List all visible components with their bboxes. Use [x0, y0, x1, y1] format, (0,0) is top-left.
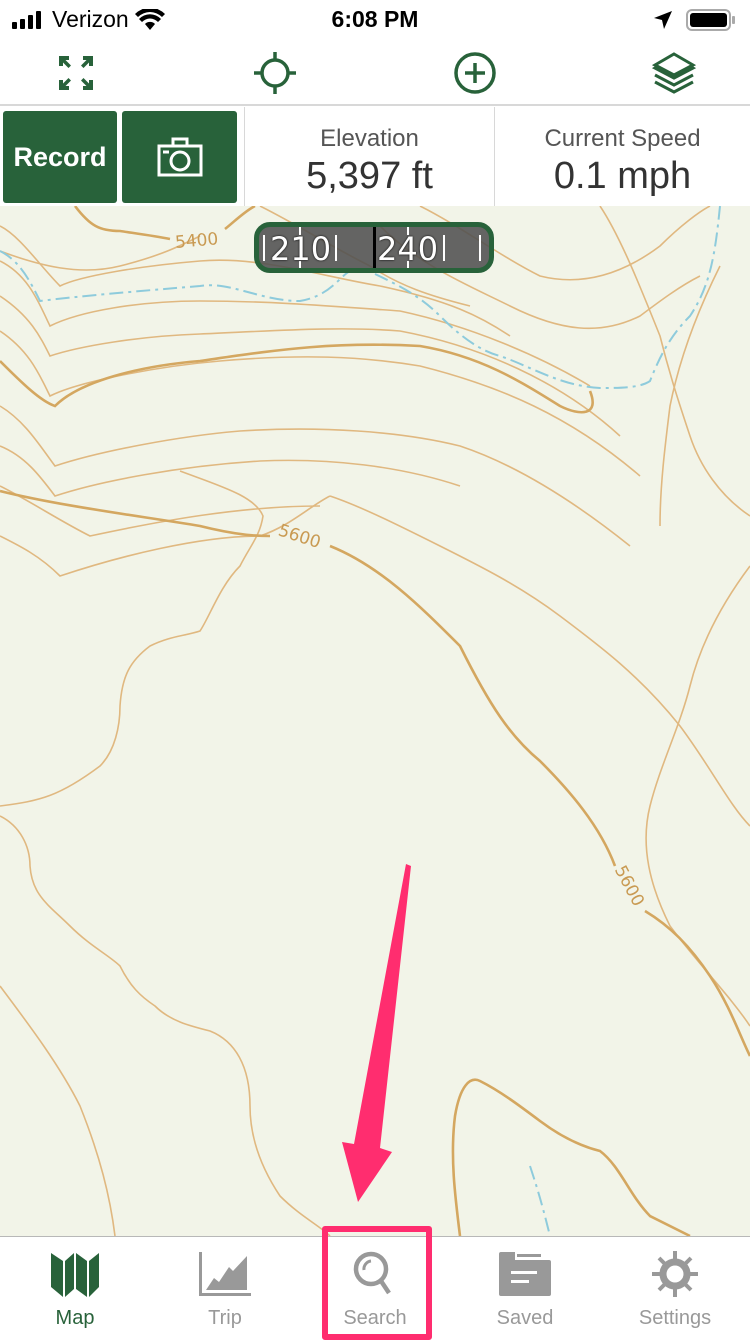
- status-time: 6:08 PM: [331, 6, 419, 32]
- record-label: Record: [13, 141, 107, 172]
- layers-icon: [651, 52, 697, 94]
- contour-line: [0, 445, 461, 497]
- compass-tick: [479, 235, 481, 261]
- tab-label: Settings: [638, 1307, 712, 1329]
- layers-button[interactable]: [649, 48, 699, 98]
- index-contour-line: [644, 909, 750, 1057]
- elevation-label: Elevation: [320, 125, 419, 152]
- tab-label: Search: [343, 1307, 407, 1329]
- speed-label: Current Speed: [544, 125, 701, 152]
- tab-search[interactable]: Search: [300, 1237, 450, 1342]
- topo-map[interactable]: 5400 5600 5600: [0, 206, 750, 1236]
- index-contour-line: [451, 1078, 691, 1236]
- tab-label: Saved: [496, 1307, 554, 1329]
- compass-tick: [335, 235, 337, 261]
- expand-button[interactable]: [51, 48, 101, 98]
- tab-settings[interactable]: Settings: [600, 1237, 750, 1342]
- plus-circle-icon: [454, 52, 496, 94]
- elevation-stat: Elevation 5,397 ft: [244, 107, 494, 206]
- location-arrow-icon: [654, 11, 672, 29]
- map-canvas[interactable]: 5400 5600 5600: [0, 206, 750, 1236]
- contour-lines: [0, 206, 750, 1236]
- contour-line: [0, 260, 591, 387]
- index-contour-line: [0, 489, 271, 538]
- index-contour-line: [329, 544, 617, 867]
- contour-line: [0, 985, 116, 1236]
- contour-label: 5600: [276, 521, 323, 553]
- contour-line: [599, 206, 750, 517]
- status-bar: Verizon 6:08 PM: [0, 0, 750, 40]
- index-contour-line: [73, 206, 171, 241]
- compass-heading-strip[interactable]: 210 240: [254, 222, 494, 273]
- compass-tick: [263, 235, 265, 261]
- compass-center-marker: [373, 227, 376, 268]
- index-contour-line: [0, 343, 594, 414]
- compass-tick: [443, 235, 445, 261]
- contour-line: [645, 565, 750, 1027]
- map-toolbar: [0, 40, 750, 106]
- contour-line: [0, 295, 621, 437]
- tab-bar: Map Trip Search Saved Settings: [0, 1236, 750, 1342]
- speed-value: 0.1 mph: [553, 155, 692, 197]
- locate-button[interactable]: [250, 48, 300, 98]
- contour-line: [0, 815, 331, 1236]
- tab-map[interactable]: Map: [0, 1237, 150, 1342]
- index-contour-line: [224, 206, 256, 231]
- stream-line: [529, 1165, 551, 1236]
- contour-line: [659, 265, 721, 527]
- camera-icon: [157, 137, 202, 177]
- elevation-value: 5,397 ft: [306, 155, 433, 197]
- map-icon: [51, 1253, 99, 1297]
- info-bar: Record Elevation 5,397 ft Current Speed …: [0, 107, 750, 206]
- battery-icon: [686, 9, 735, 31]
- compass-heading-right: 240: [377, 230, 439, 268]
- folder-icon: [499, 1252, 551, 1296]
- trip-chart-icon: [199, 1252, 251, 1296]
- contour-line: [0, 485, 321, 537]
- speed-stat: Current Speed 0.1 mph: [494, 107, 750, 206]
- status-right: [654, 9, 736, 31]
- contour-label: 5600: [610, 862, 648, 910]
- tab-saved[interactable]: Saved: [450, 1237, 600, 1342]
- record-button[interactable]: Record: [3, 111, 117, 203]
- contour-line: [0, 405, 631, 547]
- search-icon: [353, 1251, 391, 1295]
- contour-line: [329, 495, 750, 827]
- contour-line: [0, 470, 264, 807]
- crosshair-icon: [254, 52, 296, 94]
- tab-trip[interactable]: Trip: [150, 1237, 300, 1342]
- compass-heading-left: 210: [270, 230, 332, 268]
- streams: [0, 206, 721, 1236]
- tab-label: Trip: [208, 1307, 242, 1329]
- tab-label: Map: [55, 1307, 95, 1329]
- add-button[interactable]: [450, 48, 500, 98]
- camera-button[interactable]: [122, 111, 237, 203]
- expand-arrows-icon: [59, 56, 93, 90]
- contour-label: 5400: [174, 229, 219, 253]
- gear-icon: [652, 1251, 698, 1297]
